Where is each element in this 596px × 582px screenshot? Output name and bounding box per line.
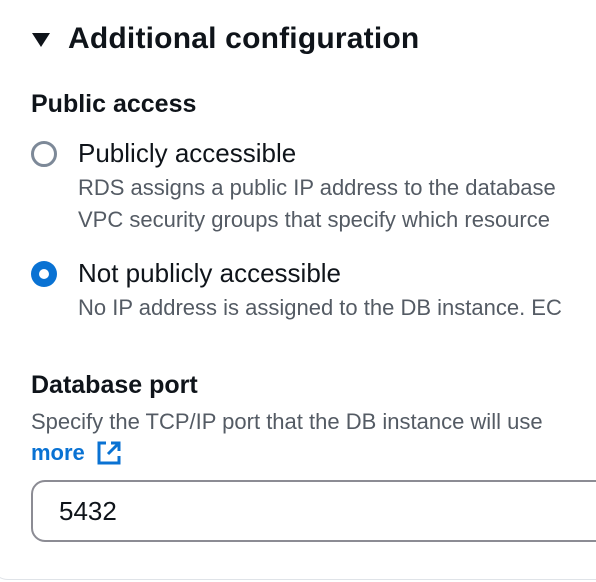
database-port-helper-text: Specify the TCP/IP port that the DB inst… — [31, 409, 543, 434]
radio-label-not-publicly-accessible[interactable]: Not publicly accessible — [78, 258, 562, 288]
radio-option-not-publicly-accessible[interactable]: Not publicly accessible No IP address is… — [31, 258, 596, 324]
radio-publicly-accessible[interactable] — [31, 141, 57, 167]
learn-more-link-text[interactable]: more — [31, 440, 85, 466]
database-port-input[interactable] — [31, 480, 596, 542]
radio-not-publicly-accessible[interactable] — [31, 261, 57, 287]
external-link-icon[interactable] — [95, 439, 123, 467]
radio-description-publicly-accessible-line2: VPC security groups that specify which r… — [78, 207, 550, 232]
section-title: Additional configuration — [68, 22, 420, 55]
rds-create-database-page: Additional configuration Public access P… — [0, 0, 596, 582]
additional-configuration-toggle[interactable]: Additional configuration — [32, 22, 419, 56]
radio-label-publicly-accessible[interactable]: Publicly accessible — [78, 138, 556, 168]
database-port-label: Database port — [31, 371, 198, 399]
public-access-label: Public access — [31, 90, 197, 118]
radio-description-not-publicly-accessible: No IP address is assigned to the DB inst… — [78, 295, 562, 320]
radio-description-publicly-accessible-line1: RDS assigns a public IP address to the d… — [78, 175, 556, 200]
learn-more-link[interactable]: more — [31, 439, 123, 467]
radio-option-publicly-accessible[interactable]: Publicly accessible RDS assigns a public… — [31, 138, 596, 236]
caret-down-icon — [32, 33, 50, 47]
